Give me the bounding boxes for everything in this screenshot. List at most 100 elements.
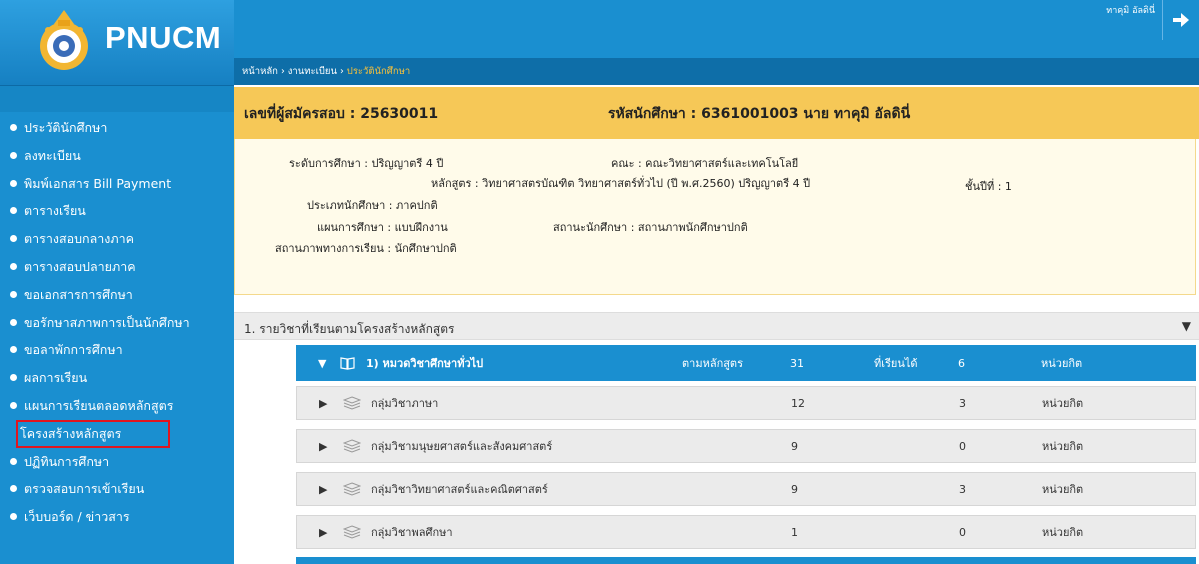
category-name: 1) หมวดวิชาศึกษาทั่วไป — [366, 357, 484, 370]
arrow-right-icon — [1173, 13, 1189, 27]
required-credits: 9 — [791, 439, 798, 453]
user-name[interactable]: ทาคุมิ อัลดินี่ — [1106, 3, 1155, 17]
bullet-icon — [10, 290, 17, 298]
curriculum-table: ▼ 1) หมวดวิชาศึกษาทั่วไป ตามหลักสูตร 31 … — [296, 345, 1196, 564]
layers-icon — [343, 387, 361, 419]
bullet-icon — [10, 235, 17, 243]
faculty: คณะ : คณะวิทยาศาสตร์และเทคโนโลยี — [611, 157, 799, 170]
bullet-icon — [10, 513, 17, 521]
study-plan: แผนการศึกษา : แบบฝึกงาน — [317, 221, 448, 234]
expand-toggle-icon[interactable]: ▶ — [319, 473, 327, 505]
sidebar-item-leave-study[interactable]: ขอลาพักการศึกษา — [0, 336, 234, 364]
breadcrumb-separator: › — [277, 66, 288, 77]
expand-toggle-icon[interactable]: ▶ — [319, 387, 327, 419]
earned-credits: 0 — [959, 525, 966, 539]
sidebar-item-webboard[interactable]: เว็บบอร์ด / ข่าวสาร — [0, 503, 234, 531]
sidebar-item-label: โครงสร้างหลักสูตร — [20, 425, 122, 441]
expand-toggle-icon[interactable]: ▶ — [319, 430, 327, 462]
bullet-icon — [10, 485, 17, 493]
student-info-panel: ระดับการศึกษา : ปริญญาตรี 4 ปี คณะ : คณะ… — [234, 139, 1196, 295]
sidebar-item-label: ตารางสอบปลายภาค — [24, 258, 136, 274]
collapse-toggle-icon[interactable]: ▼ — [318, 345, 326, 381]
earned-credits: 3 — [959, 396, 966, 410]
bullet-icon — [10, 151, 17, 159]
breadcrumb: หน้าหลัก › งานทะเบียน › ประวัตินักศึกษา — [234, 58, 1199, 85]
sidebar-item-class-schedule[interactable]: ตารางเรียน — [0, 197, 234, 225]
earned-credits: 3 — [959, 482, 966, 496]
sidebar-item-label: ตรวจสอบการเข้าเรียน — [24, 481, 145, 497]
table-row[interactable]: ▶ กลุ่มวิชามนุษยศาสตร์และสังคมศาสตร์ 9 0… — [296, 429, 1196, 463]
student-header: เลขที่ผู้สมัครสอบ : 25630011 รหัสนักศึกษ… — [234, 87, 1199, 139]
sidebar-item-label: ลงทะเบียน — [24, 147, 81, 163]
sidebar-item-final-schedule[interactable]: ตารางสอบปลายภาค — [0, 253, 234, 281]
breadcrumb-registration[interactable]: งานทะเบียน — [288, 66, 337, 77]
breadcrumb-current: ประวัตินักศึกษา — [346, 66, 411, 77]
bullet-icon — [10, 346, 17, 354]
category-row-general-education[interactable]: ▼ 1) หมวดวิชาศึกษาทั่วไป ตามหลักสูตร 31 … — [296, 345, 1196, 381]
student-status: สถานะนักศึกษา : สถานภาพนักศึกษาปกติ — [553, 221, 748, 234]
sidebar-item-label: ขอรักษาสภาพการเป็นนักศึกษา — [24, 314, 190, 330]
earned-credits: 6 — [958, 356, 965, 370]
layers-icon — [343, 430, 361, 462]
sidebar-item-attendance[interactable]: ตรวจสอบการเข้าเรียน — [0, 475, 234, 503]
sidebar-item-label: ขอลาพักการศึกษา — [24, 342, 123, 358]
sidebar-item-student-profile[interactable]: ประวัตินักศึกษา — [0, 114, 234, 142]
layers-icon — [343, 473, 361, 505]
required-credits: 31 — [790, 356, 804, 370]
expand-toggle-icon[interactable]: ▶ — [319, 516, 327, 548]
sidebar-menu: ประวัตินักศึกษา ลงทะเบียน พิมพ์เอกสาร Bi… — [0, 114, 234, 531]
earned-label: ที่เรียนได้ — [874, 357, 918, 370]
unit-label: หน่วยกิต — [1042, 526, 1084, 539]
layers-icon — [343, 516, 361, 548]
logout-button[interactable] — [1162, 0, 1199, 40]
university-emblem-icon — [40, 10, 88, 70]
table-row[interactable]: ▶ กลุ่มวิชาวิทยาศาสตร์และคณิตศาสตร์ 9 3 … — [296, 472, 1196, 506]
sidebar-item-label: ผลการเรียน — [24, 370, 88, 386]
program: หลักสูตร : วิทยาศาสตรบัณฑิต วิทยาศาสตร์ท… — [431, 177, 811, 190]
sidebar-item-maintain-status[interactable]: ขอรักษาสภาพการเป็นนักศึกษา — [0, 309, 234, 337]
sidebar-item-request-documents[interactable]: ขอเอกสารการศึกษา — [0, 281, 234, 309]
student-type: ประเภทนักศึกษา : ภาคปกติ — [307, 199, 438, 212]
unit-label: หน่วยกิต — [1042, 440, 1084, 453]
sidebar-item-midterm-schedule[interactable]: ตารางสอบกลางภาค — [0, 225, 234, 253]
sidebar-item-registration[interactable]: ลงทะเบียน — [0, 142, 234, 170]
table-row[interactable]: ▶ กลุ่มวิชาภาษา 12 3 หน่วยกิต — [296, 386, 1196, 420]
required-credits: 9 — [791, 482, 798, 496]
sidebar-item-academic-calendar[interactable]: ปฏิทินการศึกษา — [0, 448, 234, 476]
sidebar-item-curriculum-structure[interactable]: โครงสร้างหลักสูตร — [16, 419, 170, 448]
sidebar-item-label: เว็บบอร์ด / ข่าวสาร — [24, 509, 130, 525]
bullet-icon — [10, 401, 17, 409]
sidebar-item-label: ตารางสอบกลางภาค — [24, 231, 135, 247]
bullet-icon — [10, 207, 17, 215]
subject-group-name: กลุ่มวิชาภาษา — [371, 397, 439, 410]
table-row[interactable]: ▶ กลุ่มวิชาพลศึกษา 1 0 หน่วยกิต — [296, 515, 1196, 549]
bullet-icon — [10, 374, 17, 382]
required-credits: 12 — [791, 396, 805, 410]
bullet-icon — [10, 318, 17, 326]
bullet-icon — [10, 457, 17, 465]
top-bar: ทาคุมิ อัลดินี่ — [234, 0, 1199, 58]
year-level: ชั้นปีที่ : 1 — [965, 180, 1012, 193]
sidebar-item-label: แผนการเรียนตลอดหลักสูตร — [24, 397, 174, 413]
sidebar-item-study-plan[interactable]: แผนการเรียนตลอดหลักสูตร — [0, 392, 234, 420]
brand-name: PNUCM — [105, 20, 222, 55]
sidebar-item-bill-payment[interactable]: พิมพ์เอกสาร Bill Payment — [0, 170, 234, 198]
study-status: สถานภาพทางการเรียน : นักศึกษาปกติ — [275, 242, 457, 255]
breadcrumb-home[interactable]: หน้าหลัก — [242, 66, 278, 77]
sidebar-item-label: ปฏิทินการศึกษา — [24, 453, 110, 469]
book-icon — [340, 345, 355, 381]
collapse-arrow-icon[interactable]: ▼ — [1182, 319, 1191, 333]
unit-label: หน่วยกิต — [1041, 357, 1083, 370]
curriculum-section-header[interactable]: 1. รายวิชาที่เรียนตามโครงสร้างหลักสูตร ▼ — [234, 312, 1199, 340]
sidebar-item-label: พิมพ์เอกสาร Bill Payment — [24, 175, 172, 191]
sidebar-separator — [0, 86, 234, 112]
required-credits: 1 — [791, 525, 798, 539]
unit-label: หน่วยกิต — [1042, 483, 1084, 496]
sidebar-item-label: ขอเอกสารการศึกษา — [24, 286, 133, 302]
sidebar: PNUCM ประวัตินักศึกษา ลงทะเบียน พิมพ์เอก… — [0, 0, 234, 564]
logo-area[interactable]: PNUCM — [0, 0, 234, 86]
subject-group-name: กลุ่มวิชาพลศึกษา — [371, 526, 453, 539]
education-level: ระดับการศึกษา : ปริญญาตรี 4 ปี — [289, 157, 444, 170]
sidebar-item-grades[interactable]: ผลการเรียน — [0, 364, 234, 392]
table-footer-strip — [296, 557, 1196, 564]
